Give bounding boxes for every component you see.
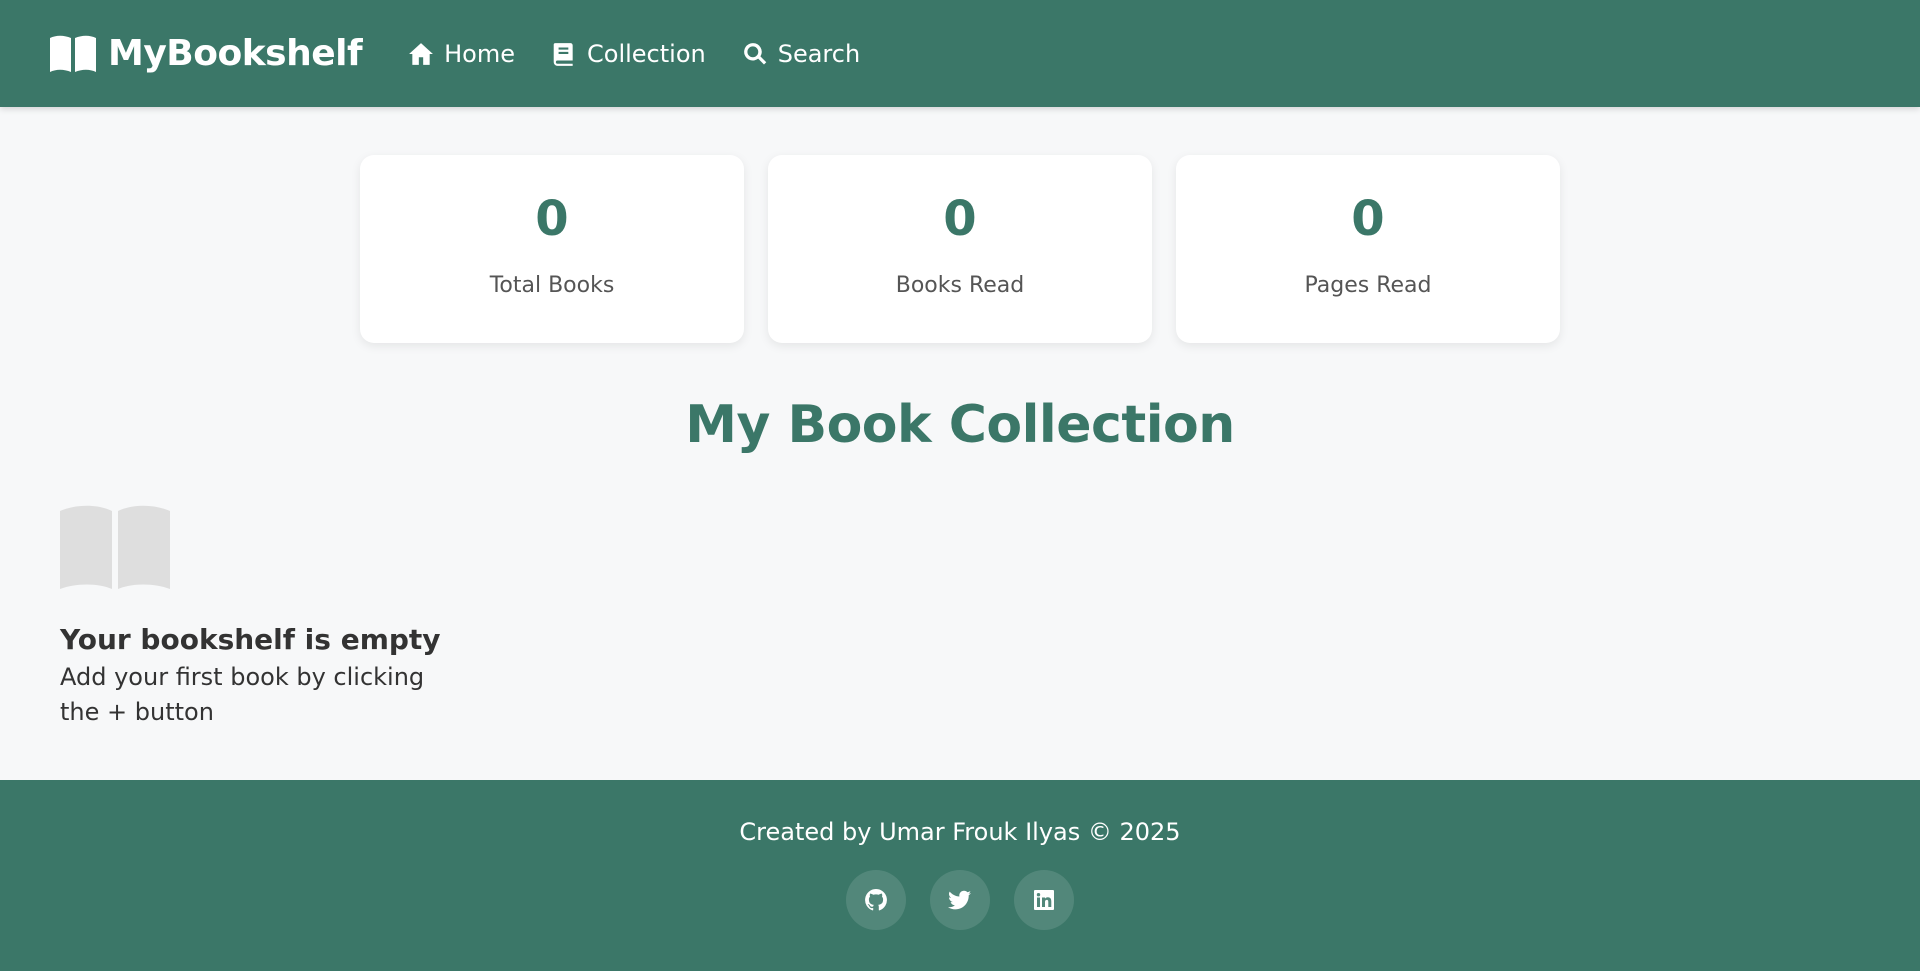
main-nav: Home Collection Search [408, 40, 896, 68]
stat-label: Books Read [895, 273, 1025, 298]
stat-label: Total Books [489, 273, 615, 298]
nav-item-label: Collection [587, 39, 706, 68]
brand-name: MyBookshelf [108, 33, 363, 74]
stat-card-total-books: 0 Total Books [360, 155, 744, 343]
stat-value: 0 [943, 191, 977, 247]
github-icon [865, 889, 887, 911]
empty-state-text: Add your first book by clicking the + bu… [60, 663, 425, 726]
home-icon [409, 42, 434, 65]
linkedin-icon [1034, 890, 1054, 910]
book-open-icon [50, 35, 96, 72]
book-open-icon [60, 505, 170, 589]
book-icon [553, 42, 573, 66]
nav-item-label: Search [777, 39, 861, 68]
footer-credit: Created by Umar Frouk Ilyas © 2025 [739, 818, 1181, 846]
stat-card-pages-read: 0 Pages Read [1176, 155, 1560, 343]
stats-row: 0 Total Books 0 Books Read 0 Pages Read [360, 155, 1560, 343]
linkedin-link[interactable] [1014, 870, 1074, 930]
stat-value: 0 [535, 191, 569, 247]
navbar: MyBookshelf Home Collection Search [0, 0, 1920, 107]
twitter-link[interactable] [930, 870, 990, 930]
empty-state-title: Your bookshelf is empty [60, 623, 441, 656]
twitter-icon [948, 890, 971, 910]
nav-item-label: Home [444, 39, 515, 68]
github-link[interactable] [846, 870, 906, 930]
nav-item-collection[interactable]: Collection [551, 40, 706, 68]
page-title: My Book Collection [685, 395, 1235, 455]
search-icon [743, 42, 766, 65]
nav-item-search[interactable]: Search [742, 40, 860, 68]
stat-label: Pages Read [1304, 273, 1432, 298]
brand-logo[interactable]: MyBookshelf [48, 33, 363, 74]
social-links [0, 870, 1920, 930]
footer: Created by Umar Frouk Ilyas © 2025 [0, 780, 1920, 971]
nav-item-home[interactable]: Home [408, 40, 515, 68]
empty-state: Your bookshelf is empty Add your first b… [60, 505, 480, 730]
stat-card-books-read: 0 Books Read [768, 155, 1152, 343]
stat-value: 0 [1351, 191, 1385, 247]
